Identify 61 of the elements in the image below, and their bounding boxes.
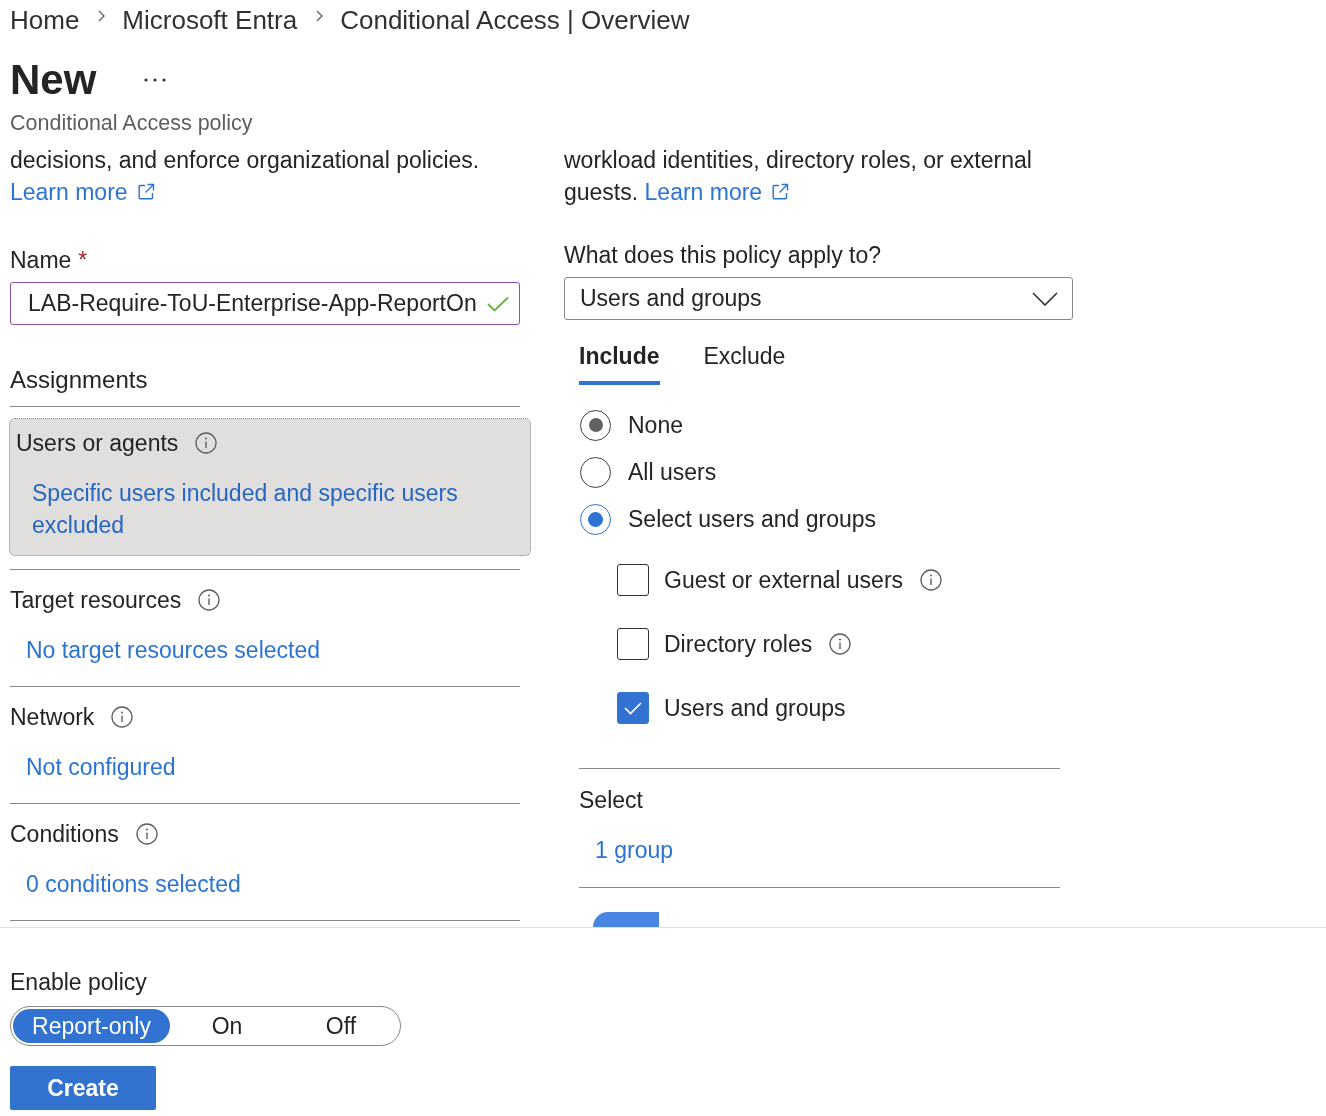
external-link-icon (136, 183, 155, 201)
info-icon (198, 589, 221, 611)
learn-more-link[interactable]: Learn more (10, 179, 155, 205)
ellipsis-icon (144, 78, 167, 82)
field-label: Enable policy (10, 968, 147, 997)
info-icon (135, 823, 158, 845)
breadcrumb-link[interactable]: Microsoft Entra (122, 4, 298, 36)
apply-to-dropdown[interactable]: Users and groups (564, 277, 1073, 320)
assignment-item[interactable]: Users or agents Specific users included and specific users excluded (9, 418, 531, 556)
chevron-down-icon (1032, 291, 1058, 306)
field-label: What does this policy apply to? (564, 241, 882, 270)
section-title: Target resources (10, 586, 182, 615)
radio-button[interactable] (580, 456, 611, 488)
toggle-option[interactable]: Off (284, 1009, 398, 1043)
assignment-item[interactable]: Target resources No target resources selected (10, 570, 520, 686)
chevron-right-icon (98, 10, 106, 22)
option-label[interactable]: None (628, 410, 683, 440)
option-label[interactable]: Directory roles (664, 629, 813, 659)
section-link[interactable]: Specific users included and specific users excluded (32, 477, 482, 541)
checkbox[interactable] (617, 692, 649, 724)
learn-more-link[interactable]: Learn more (644, 179, 790, 205)
tab[interactable]: Include (579, 338, 660, 385)
radio-button[interactable] (580, 503, 611, 535)
section-link[interactable]: No target resources selected (26, 634, 321, 666)
option-label[interactable]: All users (628, 457, 717, 487)
section-link[interactable]: 0 conditions selected (26, 868, 241, 900)
info-icon (195, 432, 218, 454)
required-mark: * (78, 246, 88, 275)
option-label[interactable]: Guest or external users (664, 565, 904, 595)
toggle-option[interactable]: Report-only (13, 1009, 170, 1043)
more-button[interactable] (144, 78, 167, 82)
create-button[interactable]: Create (10, 1066, 156, 1110)
checkmark-icon (623, 701, 643, 715)
checkbox[interactable] (617, 564, 649, 596)
selection-link[interactable]: 1 group (595, 834, 673, 866)
breadcrumb-link[interactable]: Home (10, 4, 80, 36)
breadcrumb-link[interactable]: Conditional Access | Overview (340, 4, 690, 36)
assignment-item[interactable]: Network Not configured (10, 687, 520, 803)
chevron-right-icon (316, 10, 324, 22)
checkbox[interactable] (617, 628, 649, 660)
radio-button[interactable] (580, 409, 611, 441)
section-title: Conditions (10, 820, 119, 849)
tab[interactable]: Exclude (703, 338, 786, 385)
info-icon (111, 706, 134, 728)
cut-off-button[interactable] (593, 912, 659, 927)
option-label[interactable]: Users and groups (664, 693, 846, 723)
external-link-icon (771, 183, 790, 201)
description-text: decisions, and enforce organizational policies. Learn more (10, 146, 481, 207)
page-title: New (10, 55, 97, 105)
option-label[interactable]: Select users and groups (628, 504, 877, 534)
field-label: Select (579, 786, 643, 815)
toggle-option[interactable]: On (170, 1009, 284, 1043)
description-text: workload identities, directory roles, or external guests. Learn more (564, 146, 1033, 207)
section-title: Users or agents (16, 429, 179, 458)
name-input[interactable]: LAB-Require-ToU-Enterprise-App-ReportOn (10, 282, 520, 325)
section-heading: Assignments (10, 365, 148, 395)
assignment-item[interactable]: Conditions 0 conditions selected (10, 804, 520, 920)
field-label: Name (10, 246, 72, 275)
page-subtitle: Conditional Access policy (10, 110, 253, 137)
section-link[interactable]: Not configured (26, 751, 176, 783)
section-title: Network (10, 703, 95, 732)
